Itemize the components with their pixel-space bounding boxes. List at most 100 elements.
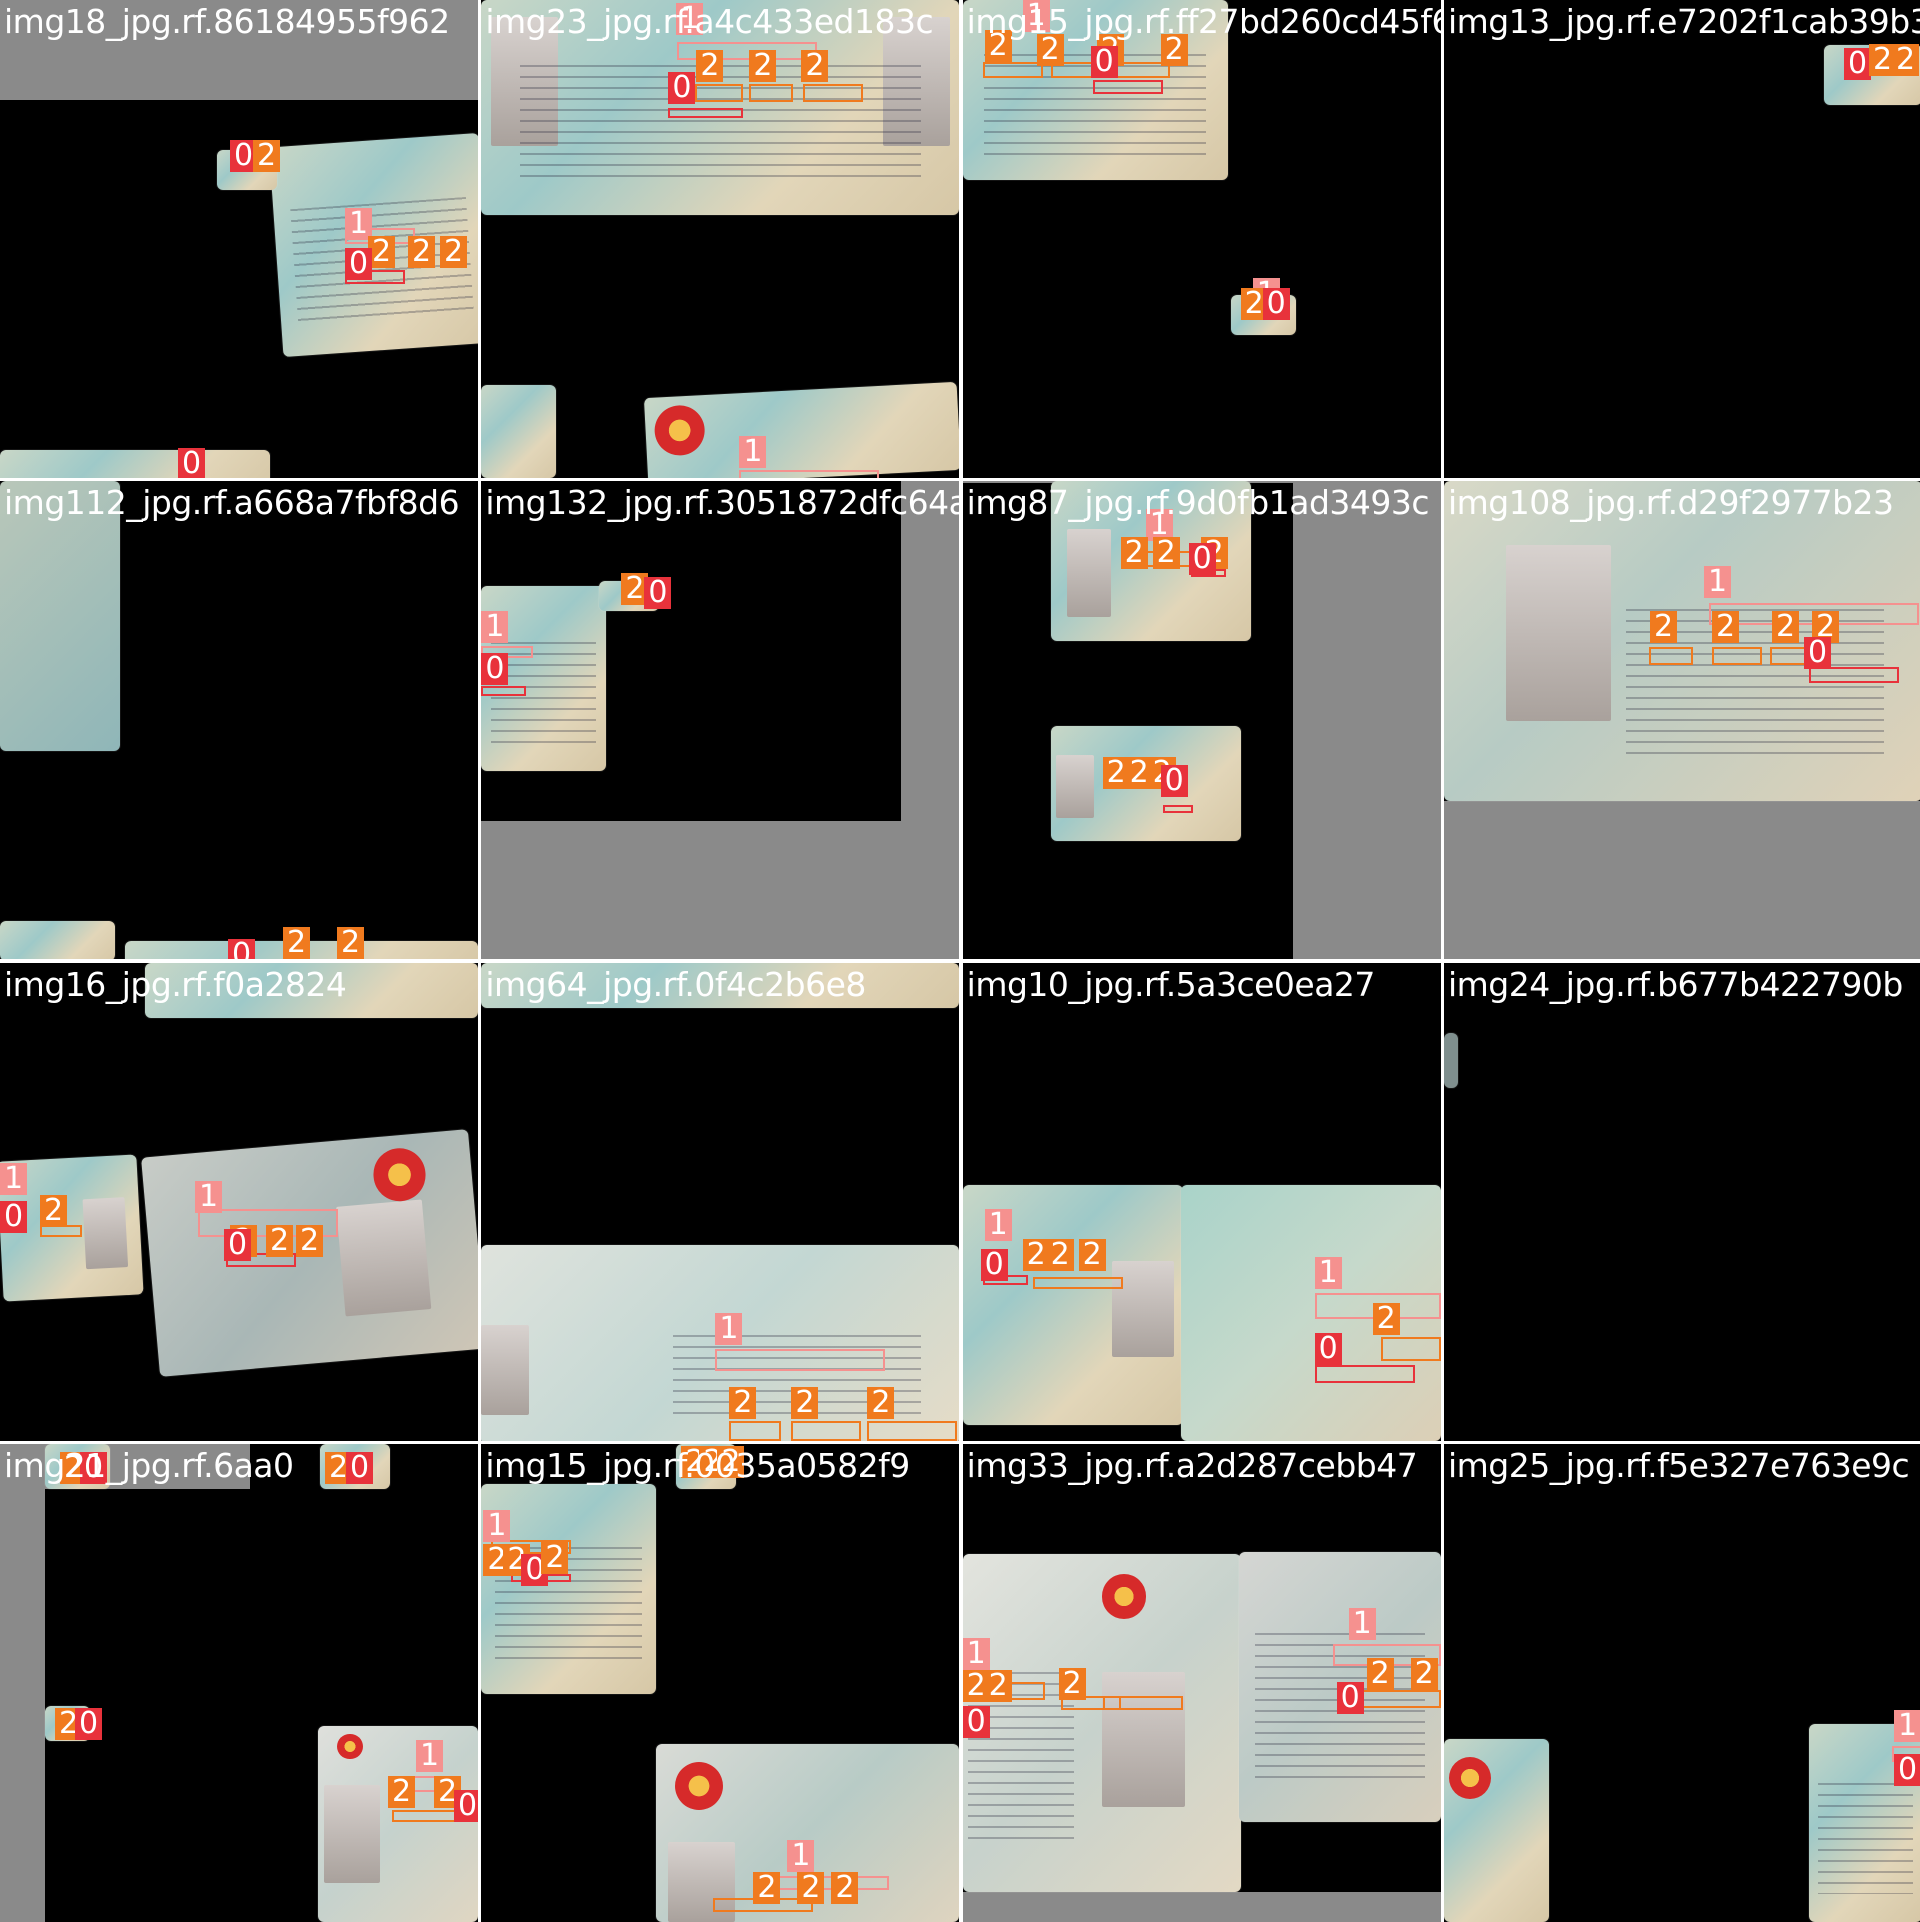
image-filename: img10_jpg.rf.5a3ce0ea27 [966, 964, 1376, 1004]
class-label: 0 [178, 448, 206, 478]
class-label: 2 [408, 236, 436, 268]
class-label: 0 [1336, 1681, 1364, 1714]
image-filename: img16_jpg.rf.f0a2824 [4, 964, 347, 1004]
mosaic-tile: 1 2 2 2 0 1 2 2 0 img33_jpg.rf.a2d287ceb… [962, 1443, 1441, 1922]
class-label: 0 [1188, 543, 1216, 576]
image-filename: img87_jpg.rf.9d0fb1ad3493c [966, 483, 1430, 523]
class-label: 1 [1348, 1607, 1376, 1640]
class-label: 2 [1649, 611, 1678, 644]
class-label: 2 [1410, 1657, 1438, 1690]
class-label: 2 [1771, 611, 1800, 644]
class-label: 2 [1366, 1657, 1394, 1690]
class-label: 1 [416, 1739, 444, 1772]
class-label: 2 [1372, 1302, 1400, 1335]
class-label: 2 [797, 1871, 825, 1904]
class-label: 1 [195, 1180, 223, 1213]
class-label: 0 [1262, 288, 1290, 320]
class-label: 1 [1314, 1256, 1342, 1289]
class-label: 2 [283, 927, 311, 960]
mosaic-tile: 0 2 2 img13_jpg.rf.e7202f1cab39b3 [1443, 0, 1920, 478]
mosaic-tile: 1 0 2 1 2 2 2 0 img16_jpg.rf.f0a2824 [0, 962, 478, 1441]
class-label: 1 [739, 436, 767, 468]
class-label: 2 [1058, 1667, 1086, 1700]
mosaic-tile: 2 2 2 1 2 2 0 2 1 2 2 2 img15_jpg.rf.003… [481, 1443, 960, 1922]
class-label: 1 [984, 1208, 1012, 1241]
class-label: 0 [644, 577, 672, 610]
class-label: 2 [1891, 44, 1920, 76]
image-filename: img132_jpg.rf.3051872dfc64a [485, 483, 960, 523]
class-label: 0 [75, 1707, 103, 1740]
mosaic-tile: img24_jpg.rf.b677b422790b [1443, 962, 1920, 1441]
class-label: 1 [0, 1162, 28, 1195]
class-label: 2 [1711, 611, 1740, 644]
class-label: 2 [253, 140, 281, 172]
class-label: 1 [481, 611, 509, 644]
mosaic-tile: 2 0 1 0 img132_jpg.rf.3051872dfc64a [481, 481, 960, 960]
class-label: 0 [1160, 765, 1188, 798]
class-label: 2 [337, 927, 365, 960]
image-filename: img18_jpg.rf.86184955f962 [4, 2, 450, 41]
image-filename: img24_jpg.rf.b677b422790b [1447, 964, 1903, 1004]
class-label: 0 [0, 1200, 28, 1233]
mosaic-tile: 2 0 2 0 2 0 1 2 2 0 img21_jpg.rf.6aa0 [0, 1443, 478, 1922]
image-filename: img21_jpg.rf.6aa0 [4, 1445, 294, 1485]
class-label: 0 [1314, 1332, 1342, 1365]
class-label: 1 [483, 1509, 511, 1542]
image-filename: img108_jpg.rf.d29f2977b23 [1447, 483, 1894, 523]
class-label: 0 [346, 1451, 374, 1484]
class-label: 0 [1803, 637, 1832, 670]
class-label: 2 [753, 1871, 781, 1904]
class-label: 2 [867, 1386, 895, 1419]
class-label: 0 [454, 1789, 478, 1822]
image-filename: img23_jpg.rf.a4c433ed183c [485, 2, 934, 41]
class-label: 0 [481, 653, 509, 686]
mosaic-tile: 0 2 2 img112_jpg.rf.a668a7fbf8d6 [0, 481, 478, 960]
class-label: 1 [1893, 1709, 1920, 1742]
mosaic-tile: 0 2 1 2 2 2 0 0 img18_jpg.rf.86184955f96… [0, 0, 478, 478]
class-label: 1 [715, 1312, 743, 1345]
image-filename: img15_jpg.rf.0035a0582f9 [485, 1445, 910, 1485]
class-label: 2 [696, 50, 724, 82]
image-filename: img13_jpg.rf.e7202f1cab39b3 [1447, 2, 1920, 41]
class-label: 1 [787, 1839, 815, 1872]
class-label: 2 [1046, 1238, 1074, 1271]
class-label: 2 [801, 50, 829, 82]
image-filename: img25_jpg.rf.f5e327e763e9c [1447, 1445, 1910, 1485]
class-label: 2 [791, 1386, 819, 1419]
class-label: 2 [440, 236, 468, 268]
class-label: 0 [1893, 1753, 1920, 1786]
class-label: 0 [1843, 48, 1872, 80]
class-label: 2 [40, 1194, 68, 1227]
mosaic-grid: 0 2 1 2 2 2 0 0 img18_jpg.rf.86184955f96… [0, 0, 1920, 1922]
class-label: 2 [1152, 537, 1180, 570]
mosaic-tile: 1 2 2 2 2 0 1 2 0 img15_jpg.rf.ff27bd260… [962, 0, 1441, 478]
class-label: 0 [1090, 46, 1118, 78]
image-filename: img64_jpg.rf.0f4c2b6e8 [485, 964, 866, 1004]
class-label: 2 [541, 1541, 569, 1574]
mosaic-tile: 1 0 2 2 2 1 2 0 img10_jpg.rf.5a3ce0ea27 [962, 962, 1441, 1441]
mosaic-tile: 1 2 2 2 2 0 img108_jpg.rf.d29f2977b23 [1443, 481, 1920, 960]
class-label: 1 [1703, 566, 1732, 599]
image-filename: img33_jpg.rf.a2d287cebb47 [966, 1445, 1418, 1485]
mosaic-tile: 1 2 2 2 0 2 2 2 0 img87_jpg.rf.9d0fb1ad3… [962, 481, 1441, 960]
class-label: 2 [729, 1386, 757, 1419]
class-label: 0 [668, 72, 696, 104]
class-label: 0 [228, 939, 256, 960]
class-label: 2 [1078, 1238, 1106, 1271]
mosaic-tile: 1 2 2 2 0 1 img23_jpg.rf.a4c433ed183c [481, 0, 960, 478]
mosaic-tile: 1 0 img25_jpg.rf.f5e327e763e9c [1443, 1443, 1920, 1922]
class-label: 1 [962, 1637, 990, 1670]
class-label: 2 [984, 1669, 1012, 1702]
class-label: 2 [296, 1224, 324, 1257]
image-filename: img15_jpg.rf.ff27bd260cd45f6b [966, 2, 1441, 41]
class-label: 0 [224, 1228, 252, 1261]
class-label: 2 [749, 50, 777, 82]
class-label: 2 [1120, 537, 1148, 570]
class-label: 2 [266, 1224, 294, 1257]
image-filename: img112_jpg.rf.a668a7fbf8d6 [4, 483, 460, 523]
mosaic-tile: 1 2 2 2 img64_jpg.rf.0f4c2b6e8 [481, 962, 960, 1441]
class-label: 2 [831, 1871, 859, 1904]
class-label: 0 [962, 1705, 990, 1738]
class-label: 0 [980, 1248, 1008, 1281]
class-label: 0 [345, 248, 373, 280]
